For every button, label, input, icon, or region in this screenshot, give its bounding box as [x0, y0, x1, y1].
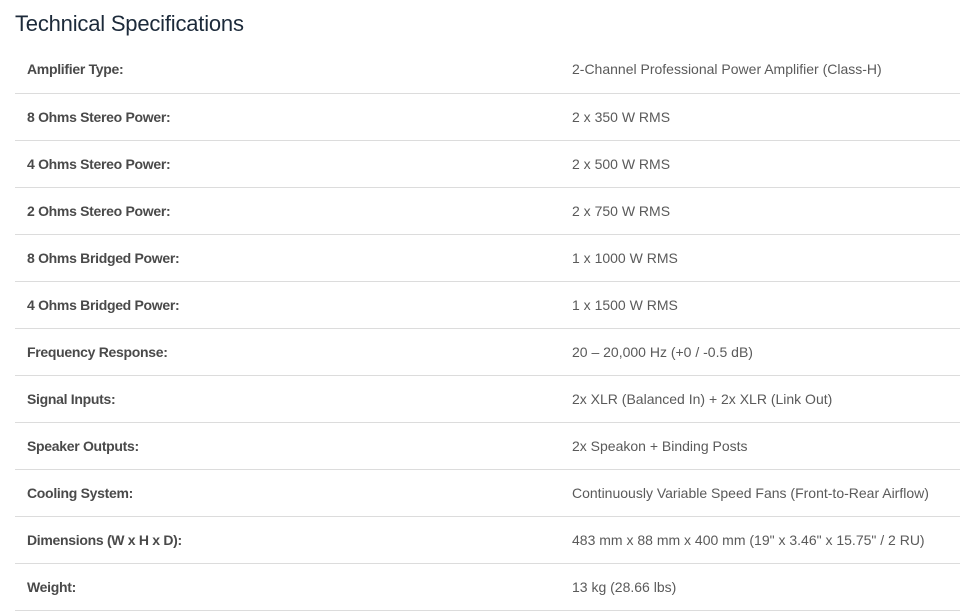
spec-table: Amplifier Type: 2-Channel Professional P…	[15, 46, 960, 611]
table-row: Dimensions (W x H x D): 483 mm x 88 mm x…	[15, 516, 960, 564]
table-row: 4 Ohms Bridged Power: 1 x 1500 W RMS	[15, 281, 960, 329]
spec-label: Dimensions (W x H x D):	[15, 516, 560, 564]
table-row: 8 Ohms Stereo Power: 2 x 350 W RMS	[15, 93, 960, 141]
spec-label: Signal Inputs:	[15, 375, 560, 423]
spec-label: 4 Ohms Stereo Power:	[15, 140, 560, 188]
spec-label: Speaker Outputs:	[15, 422, 560, 470]
spec-label: 8 Ohms Bridged Power:	[15, 234, 560, 282]
table-row: Cooling System: Continuously Variable Sp…	[15, 469, 960, 517]
spec-label: Weight:	[15, 563, 560, 611]
table-row: Speaker Outputs: 2x Speakon + Binding Po…	[15, 422, 960, 470]
spec-label: 8 Ohms Stereo Power:	[15, 93, 560, 141]
spec-value: 20 – 20,000 Hz (+0 / -0.5 dB)	[560, 328, 960, 376]
spec-value: 13 kg (28.66 lbs)	[560, 563, 960, 611]
spec-label: Cooling System:	[15, 469, 560, 517]
spec-value: 2x XLR (Balanced In) + 2x XLR (Link Out)	[560, 375, 960, 423]
table-row: Signal Inputs: 2x XLR (Balanced In) + 2x…	[15, 375, 960, 423]
table-row: Weight: 13 kg (28.66 lbs)	[15, 563, 960, 611]
spec-value: 483 mm x 88 mm x 400 mm (19" x 3.46" x 1…	[560, 516, 960, 564]
spec-label: Amplifier Type:	[15, 46, 560, 94]
spec-label: Frequency Response:	[15, 328, 560, 376]
table-row: 2 Ohms Stereo Power: 2 x 750 W RMS	[15, 187, 960, 235]
spec-label: 4 Ohms Bridged Power:	[15, 281, 560, 329]
spec-value: 2x Speakon + Binding Posts	[560, 422, 960, 470]
spec-value: 2 x 350 W RMS	[560, 93, 960, 141]
spec-value: 1 x 1500 W RMS	[560, 281, 960, 329]
page-title: Technical Specifications	[15, 11, 244, 36]
table-row: Frequency Response: 20 – 20,000 Hz (+0 /…	[15, 328, 960, 376]
table-row: 4 Ohms Stereo Power: 2 x 500 W RMS	[15, 140, 960, 188]
table-row: Amplifier Type: 2-Channel Professional P…	[15, 46, 960, 94]
spec-value: Continuously Variable Speed Fans (Front-…	[560, 469, 960, 517]
spec-label: 2 Ohms Stereo Power:	[15, 187, 560, 235]
spec-value: 2 x 500 W RMS	[560, 140, 960, 188]
spec-value: 2 x 750 W RMS	[560, 187, 960, 235]
table-row: 8 Ohms Bridged Power: 1 x 1000 W RMS	[15, 234, 960, 282]
spec-value: 1 x 1000 W RMS	[560, 234, 960, 282]
spec-value: 2-Channel Professional Power Amplifier (…	[560, 46, 960, 94]
